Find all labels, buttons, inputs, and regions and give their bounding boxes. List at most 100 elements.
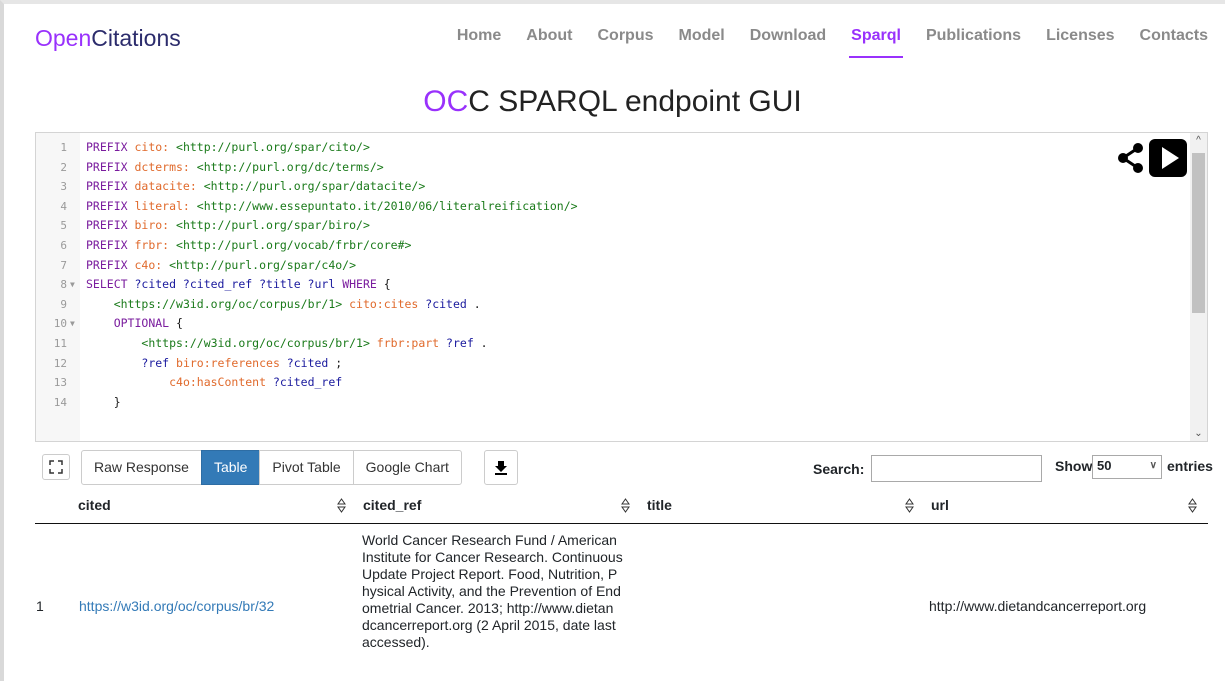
code-text: PREFIX dcterms: <http://purl.org/dc/term… (86, 158, 384, 177)
fold-arrow-icon[interactable]: ▼ (70, 314, 75, 333)
code-line[interactable]: 5 PREFIX biro: <http://purl.org/spar/biro… (36, 216, 1186, 235)
cited-ref-line: hysical Activity, and the Prevention of … (362, 583, 621, 599)
code-token: <http://purl.org/spar/biro/> (176, 218, 370, 233)
code-line[interactable]: 13 c4o:hasContent ?cited_ref (36, 373, 1186, 392)
code-token: ?cited (286, 355, 336, 370)
share-icon[interactable] (1116, 141, 1146, 175)
title-rest: C SPARQL endpoint GUI (468, 85, 802, 118)
code-token: <http://purl.org/vocab/frbr/core#> (176, 238, 412, 252)
code-token: ; (335, 355, 343, 370)
code-token: PREFIX (86, 238, 135, 252)
code-token: ?cited (425, 296, 474, 311)
line-number: 10 (53, 317, 67, 331)
brand-part-open: Open (35, 25, 92, 51)
sort-icon[interactable] (337, 498, 346, 513)
code-line[interactable]: 8 ▼ SELECT ?cited ?cited_ref ?title ?url W… (36, 275, 1186, 294)
nav-sparql[interactable]: Sparql (849, 27, 903, 58)
cited-ref-line: Institute for Cancer Research. Continuou… (362, 549, 623, 565)
nav-about[interactable]: About (526, 27, 572, 45)
entries-per-page-select[interactable]: 50 ∨ (1092, 455, 1162, 479)
column-header-cited[interactable]: cited (78, 491, 111, 524)
nav-publications[interactable]: Publications (926, 27, 1021, 45)
code-line[interactable]: 3 PREFIX datacite: <http://purl.org/spar/… (36, 177, 1186, 196)
column-header-url[interactable]: url (931, 491, 949, 524)
line-number: 7 (60, 258, 67, 272)
cited-link[interactable]: https://w3id.org/oc/corpus/br/32 (79, 598, 274, 614)
code-token: ?cited ?cited_ref ?title ?url (134, 277, 343, 292)
scroll-up-arrow-icon[interactable]: ^ (1193, 135, 1204, 146)
tab-google-chart[interactable]: Google Chart (352, 450, 462, 485)
code-text: PREFIX cito: <http://purl.org/spar/cito/… (86, 138, 370, 157)
code-line[interactable]: 10 ▼ OPTIONAL { (36, 314, 1186, 333)
page-title: OCC SPARQL endpoint GUI (0, 85, 1225, 119)
editor-scrollbar[interactable]: ^ ⌄ (1190, 133, 1207, 441)
fullscreen-button[interactable] (42, 454, 70, 480)
code-text: PREFIX datacite: <http://purl.org/spar/d… (86, 177, 425, 196)
fold-arrow-icon[interactable]: ▼ (70, 275, 75, 294)
code-token: frbr: (134, 238, 177, 252)
code-line[interactable]: 4 PREFIX literal: <http://www.essepuntato… (36, 197, 1186, 216)
code-token: { (176, 316, 183, 331)
code-token: } (86, 394, 121, 409)
nav-download[interactable]: Download (750, 27, 826, 45)
brand-logo[interactable]: OpenCitations (35, 25, 181, 52)
sort-icon[interactable] (621, 498, 630, 513)
code-text: ?ref biro:references ?cited ; (86, 354, 342, 373)
code-token: <https://w3id.org/oc/corpus/br/1> (113, 296, 350, 311)
code-line[interactable]: 11 <https://w3id.org/oc/corpus/br/1> frb… (36, 334, 1186, 353)
line-number: 4 (60, 199, 67, 213)
code-token: literal: (134, 198, 197, 213)
code-token: PREFIX (86, 140, 135, 154)
column-header-title[interactable]: title (647, 491, 672, 524)
line-number: 12 (53, 356, 67, 370)
top-navbar: OpenCitations Home About Corpus Model Do… (0, 0, 1225, 72)
line-number: 8 (60, 278, 67, 292)
tab-pivot-table[interactable]: Pivot Table (259, 450, 354, 485)
title-highlight: OC (423, 85, 469, 118)
code-token: SELECT (86, 277, 135, 292)
sparql-query-editor[interactable]: 1 PREFIX cito: <http://purl.org/spar/cito… (35, 132, 1208, 442)
nav-corpus[interactable]: Corpus (597, 27, 653, 45)
code-line[interactable]: 12 ?ref biro:references ?cited ; (36, 354, 1186, 373)
result-view-tabs: Raw Response Table Pivot Table Google Ch… (81, 450, 462, 485)
search-input[interactable] (871, 455, 1042, 482)
scroll-down-arrow-icon[interactable]: ⌄ (1193, 428, 1204, 439)
line-number: 1 (60, 141, 67, 154)
code-text: PREFIX literal: <http://www.essepuntato.… (86, 197, 578, 216)
code-line[interactable]: 2 PREFIX dcterms: <http://purl.org/dc/ter… (36, 158, 1186, 177)
code-text: PREFIX c4o: <http://purl.org/spar/c4o/> (86, 256, 356, 275)
tab-raw-response[interactable]: Raw Response (81, 450, 202, 485)
cited-ref-line: accessed). (362, 634, 430, 650)
code-token: biro: (134, 218, 177, 233)
code-token: ?ref (446, 336, 481, 350)
sort-icon[interactable] (905, 498, 914, 513)
code-line[interactable]: 1 PREFIX cito: <http://purl.org/spar/cito… (36, 138, 1186, 157)
url-cell: http://www.dietandcancerreport.org (929, 598, 1147, 614)
code-line[interactable]: 6 PREFIX frbr: <http://purl.org/vocab/frb… (36, 236, 1186, 255)
code-line[interactable]: 9 <https://w3id.org/oc/corpus/br/1> cito… (36, 295, 1186, 314)
nav-home[interactable]: Home (457, 27, 501, 45)
nav-contacts[interactable]: Contacts (1140, 27, 1208, 45)
code-text: PREFIX frbr: <http://purl.org/vocab/frbr… (86, 236, 411, 255)
show-label: Show (1055, 458, 1093, 474)
nav-links: Home About Corpus Model Download Sparql … (432, 27, 1208, 58)
code-line[interactable]: 7 PREFIX c4o: <http://purl.org/spar/c4o/> (36, 256, 1186, 275)
nav-licenses[interactable]: Licenses (1046, 27, 1114, 45)
code-token: <http://purl.org/dc/terms/> (196, 159, 384, 174)
tab-table[interactable]: Table (200, 450, 261, 485)
code-line[interactable]: 14 } (36, 393, 1186, 412)
column-header-cited-ref[interactable]: cited_ref (363, 491, 421, 524)
run-query-icon[interactable] (1148, 138, 1188, 178)
nav-model[interactable]: Model (678, 27, 724, 45)
sort-icon[interactable] (1188, 498, 1197, 513)
code-token: PREFIX (86, 159, 135, 174)
line-number: 2 (60, 160, 67, 174)
line-number: 3 (60, 180, 67, 194)
search-label: Search: (813, 461, 865, 477)
cited-ref-cell: World Cancer Research Fund / American In… (362, 532, 644, 651)
cited-ref-line: dcancerreport.org (2 April 2015, date la… (362, 617, 616, 633)
code-token: PREFIX (86, 218, 135, 233)
scroll-thumb[interactable] (1192, 153, 1205, 313)
download-button[interactable] (484, 450, 518, 485)
